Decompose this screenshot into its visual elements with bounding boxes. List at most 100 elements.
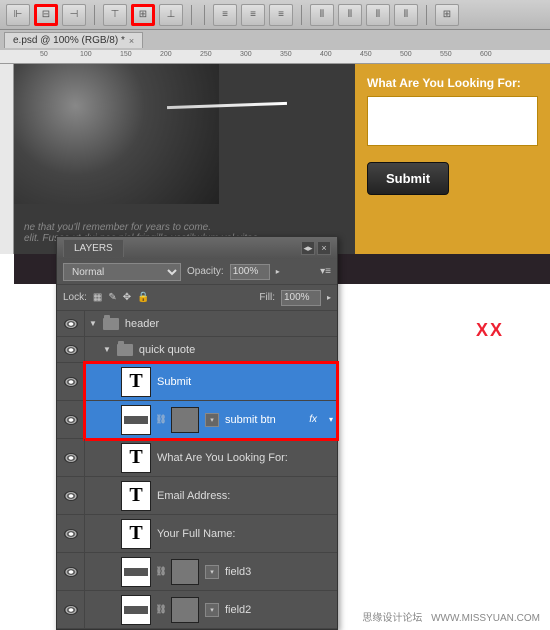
lock-transparency-icon[interactable]: ▦ (93, 292, 102, 303)
lock-position-icon[interactable]: ✥ (123, 292, 131, 303)
visibility-icon[interactable] (64, 319, 78, 329)
layer-email[interactable]: T Email Address: (57, 477, 337, 515)
quote-label: What Are You Looking For: (367, 76, 538, 90)
layers-tab[interactable]: LAYERS (63, 239, 124, 257)
align-toolbar: ⊩ ⊟ ⊣ ⊤ ⊞ ⊥ ≡ ≡ ≡ ⦀ ⦀ ⦀ ⦀ ⊞ (0, 0, 550, 30)
visibility-icon[interactable] (64, 453, 78, 463)
vmask-dropdown-icon[interactable]: ▾ (205, 565, 219, 579)
align-right-btn[interactable]: ⊣ (62, 4, 86, 26)
submit-button[interactable]: Submit (367, 162, 449, 195)
vector-mask-thumb (171, 407, 199, 433)
visibility-icon[interactable] (64, 605, 78, 615)
align-top-btn[interactable]: ⊤ (103, 4, 127, 26)
vmask-dropdown-icon[interactable]: ▾ (205, 413, 219, 427)
layers-panel: LAYERS ◂▸ × Normal Opacity: ▸ ▾≡ Lock: ▦… (56, 236, 338, 630)
document-tab[interactable]: e.psd @ 100% (RGB/8) * × (4, 32, 143, 48)
link-icon: ⛓ (157, 565, 165, 579)
link-icon: ⛓ (157, 413, 165, 427)
align-hcenter-btn[interactable]: ⊟ (34, 4, 58, 26)
visibility-icon[interactable] (64, 415, 78, 425)
canvas-area: ne that you'll remember for years to com… (0, 64, 550, 254)
visibility-icon[interactable] (64, 529, 78, 539)
layer-submit-text[interactable]: T Submit (57, 363, 337, 401)
layer-list: ▼ header ▼ quick quote T Submit (57, 311, 337, 629)
layer-field2[interactable]: ⛓ ▾ field2 (57, 591, 337, 629)
text-layer-icon: T (121, 519, 151, 549)
text-layer-icon: T (121, 443, 151, 473)
fill-label: Fill: (259, 292, 275, 303)
text-layer-icon: T (121, 367, 151, 397)
blend-row: Normal Opacity: ▸ ▾≡ (57, 259, 337, 285)
folder-icon (103, 318, 119, 330)
layer-name: field3 (225, 566, 251, 578)
visibility-icon[interactable] (64, 567, 78, 577)
visibility-icon[interactable] (64, 377, 78, 387)
vmask-dropdown-icon[interactable]: ▾ (205, 603, 219, 617)
layer-name: Submit (157, 376, 191, 388)
shape-thumb (121, 557, 151, 587)
vector-mask-thumb (171, 597, 199, 623)
chevron-down-icon[interactable]: ▼ (103, 345, 111, 354)
quote-input[interactable] (367, 96, 538, 146)
link-icon: ⛓ (157, 603, 165, 617)
visibility-icon[interactable] (64, 345, 78, 355)
panel-close-icon[interactable]: × (317, 241, 331, 255)
chevron-down-icon[interactable]: ▼ (89, 319, 97, 328)
layer-looking[interactable]: T What Are You Looking For: (57, 439, 337, 477)
panel-header[interactable]: LAYERS ◂▸ × (57, 237, 337, 259)
layer-submit-btn[interactable]: ⛓ ▾ submit btn fx ▾ (57, 401, 337, 439)
document-tabbar: e.psd @ 100% (RGB/8) * × (0, 30, 550, 50)
blend-mode-dropdown[interactable]: Normal (63, 263, 181, 281)
chevron-down-icon[interactable]: ▾ (329, 415, 333, 424)
layer-field3[interactable]: ⛓ ▾ field3 (57, 553, 337, 591)
separator (94, 5, 95, 25)
visibility-icon[interactable] (64, 491, 78, 501)
fx-badge[interactable]: fx (309, 414, 317, 425)
align-left-btn[interactable]: ⊩ (6, 4, 30, 26)
layer-name: quick quote (139, 344, 195, 356)
distribute-top-btn[interactable]: ≡ (213, 4, 237, 26)
lock-all-icon[interactable]: 🔒 (137, 292, 149, 303)
separator (204, 5, 205, 25)
fill-field[interactable] (281, 290, 321, 306)
layer-group-quick-quote[interactable]: ▼ quick quote (57, 337, 337, 363)
layer-name: Email Address: (157, 490, 230, 502)
distribute-btn[interactable]: ⦀ (394, 4, 418, 26)
xx-annotation: XX (476, 320, 504, 341)
distribute-hcenter-btn[interactable]: ⦀ (338, 4, 362, 26)
layer-group-header[interactable]: ▼ header (57, 311, 337, 337)
quote-panel: What Are You Looking For: Submit (355, 64, 550, 254)
distribute-bottom-btn[interactable]: ≡ (269, 4, 293, 26)
close-icon[interactable]: × (129, 36, 134, 46)
text-layer-icon: T (121, 481, 151, 511)
align-bottom-btn[interactable]: ⊥ (159, 4, 183, 26)
shape-thumb (121, 405, 151, 435)
layer-fullname[interactable]: T Your Full Name: (57, 515, 337, 553)
auto-align-btn[interactable]: ⊞ (435, 4, 459, 26)
horizontal-ruler: 50 100 150 200 250 300 350 400 450 500 5… (0, 50, 550, 64)
tab-title: e.psd @ 100% (RGB/8) * (13, 35, 125, 46)
separator (191, 5, 192, 25)
vector-mask-thumb (171, 559, 199, 585)
fill-flyout-icon[interactable]: ▸ (327, 293, 331, 302)
folder-icon (117, 344, 133, 356)
panel-menu-icon[interactable]: ▾≡ (320, 266, 331, 277)
opacity-field[interactable] (230, 264, 270, 280)
layer-name: What Are You Looking For: (157, 452, 288, 464)
shape-thumb (121, 595, 151, 625)
opacity-flyout-icon[interactable]: ▸ (276, 267, 280, 276)
distribute-right-btn[interactable]: ⦀ (366, 4, 390, 26)
lock-pixels-icon[interactable]: ✎ (108, 292, 116, 303)
lock-row: Lock: ▦ ✎ ✥ 🔒 Fill: ▸ (57, 285, 337, 311)
panel-collapse-icon[interactable]: ◂▸ (301, 241, 315, 255)
layer-name: field2 (225, 604, 251, 616)
watermark: 思缘设计论坛 WWW.MISSYUAN.COM (362, 609, 540, 624)
hero-image[interactable]: ne that you'll remember for years to com… (14, 64, 355, 254)
distribute-vcenter-btn[interactable]: ≡ (241, 4, 265, 26)
layer-name: Your Full Name: (157, 528, 235, 540)
separator (301, 5, 302, 25)
lock-label: Lock: (63, 292, 87, 303)
opacity-label: Opacity: (187, 266, 224, 277)
align-vcenter-btn[interactable]: ⊞ (131, 4, 155, 26)
distribute-left-btn[interactable]: ⦀ (310, 4, 334, 26)
